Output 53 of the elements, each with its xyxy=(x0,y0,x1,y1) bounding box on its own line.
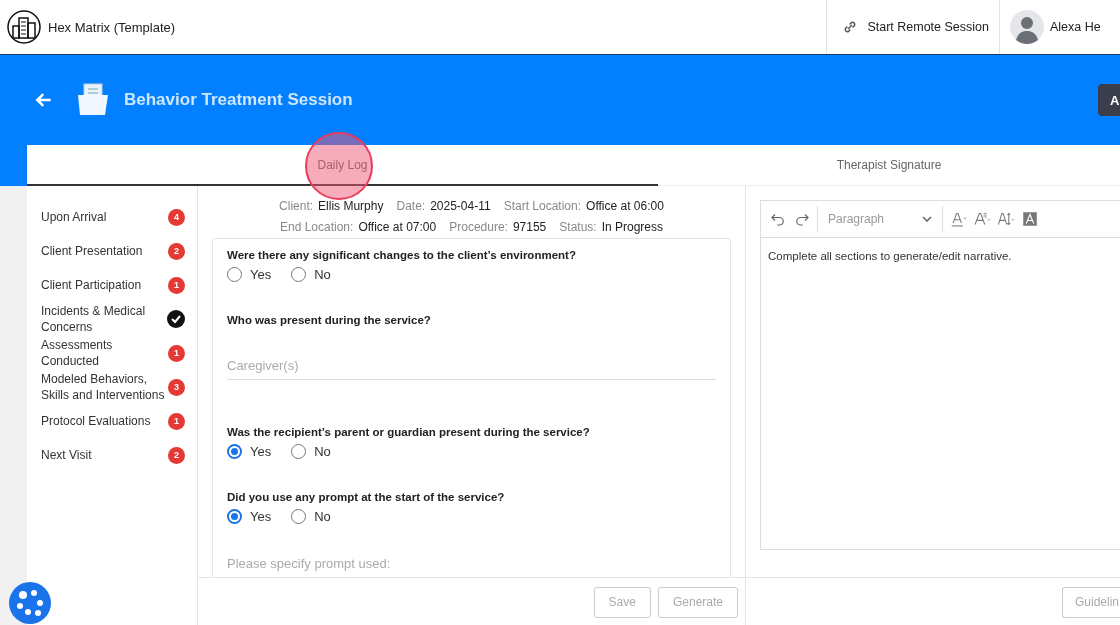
question-text: Were there any significant changes to the client’s environment? xyxy=(227,249,577,261)
question-text: Did you use any prompt at the start of the service? xyxy=(227,491,506,503)
sidebar-item[interactable]: Upon Arrival xyxy=(41,209,166,225)
editor-text: Complete all sections to generate/edit narrative. xyxy=(767,249,1013,264)
info-label: Date: xyxy=(396,199,426,213)
sidebar-item[interactable]: Client Participation xyxy=(41,277,166,293)
tab[interactable]: Therapist Signature xyxy=(658,145,1120,186)
radio-option[interactable]: Yes xyxy=(227,444,272,459)
sidebar-item[interactable]: Assessments Conducted xyxy=(41,337,166,369)
avatar-icon[interactable] xyxy=(1010,10,1044,44)
font-size-icon[interactable] xyxy=(973,210,991,228)
info-label: Procedure: xyxy=(449,220,508,234)
sidebar-item[interactable]: Protocol Evaluations xyxy=(41,413,166,429)
count-badge: 1 xyxy=(168,412,185,430)
radio-option[interactable]: Yes xyxy=(227,509,272,524)
radio-option[interactable]: No xyxy=(291,509,331,524)
count-badge: 2 xyxy=(168,242,185,260)
page-title: Behavior Treatment Session xyxy=(124,90,354,110)
count-badge: 4 xyxy=(168,208,185,226)
chevron-down-icon xyxy=(922,216,932,222)
info-value: In Progress xyxy=(601,220,663,234)
cookie-settings-icon[interactable] xyxy=(9,582,51,624)
info-label: End Location: xyxy=(280,220,354,234)
organization-name: Hex Matrix (Template) xyxy=(48,19,177,35)
question-text: Who was present during the service? xyxy=(227,314,432,326)
info-value: Office at 06:00 xyxy=(586,199,664,213)
highlight-icon[interactable] xyxy=(1021,210,1039,228)
count-badge: 1 xyxy=(168,344,185,362)
start-remote-session-button[interactable]: Start Remote Session xyxy=(826,0,1000,54)
line-height-icon[interactable] xyxy=(997,210,1015,228)
info-value: 97155 xyxy=(512,220,547,234)
info-label: Start Location: xyxy=(503,199,582,213)
count-badge: 1 xyxy=(168,276,185,294)
info-value: Ellis Murphy xyxy=(318,199,384,213)
sidebar-item[interactable]: Incidents & Medical Concerns xyxy=(41,303,166,335)
font-color-icon[interactable] xyxy=(949,210,967,228)
building-logo-icon[interactable] xyxy=(7,10,41,44)
field-label: Please specify prompt used: xyxy=(227,556,392,571)
radio-option[interactable]: No xyxy=(291,444,331,459)
user-name[interactable]: Alexa He xyxy=(1050,20,1101,34)
info-label: Status: xyxy=(559,220,597,234)
question-text: Was the recipient’s parent or guardian present during the service? xyxy=(227,426,591,438)
info-label: Client: xyxy=(279,199,314,213)
sidebar-item[interactable]: Next Visit xyxy=(41,447,166,463)
count-badge: 2 xyxy=(168,446,185,464)
radio-option[interactable]: Yes xyxy=(227,267,272,282)
sidebar-item[interactable]: Client Presentation xyxy=(41,243,166,259)
action-button[interactable]: A xyxy=(1098,84,1120,116)
count-badge: 3 xyxy=(168,378,185,396)
sidebar-item[interactable]: Modeled Behaviors, Skills and Interventions xyxy=(41,371,166,403)
info-value: 2025-04-11 xyxy=(430,199,491,213)
radio-option[interactable]: No xyxy=(291,267,331,282)
info-value: Office at 07:00 xyxy=(358,220,437,234)
